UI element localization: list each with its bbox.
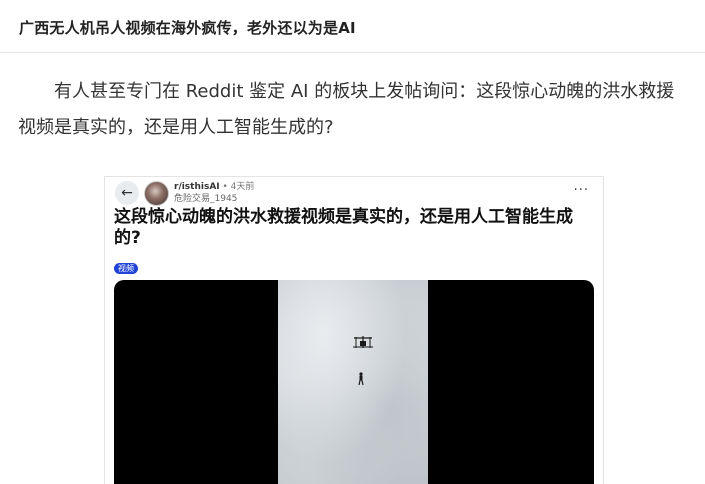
video-player[interactable]	[114, 280, 594, 484]
post-meta: r/isthisAI • 4天前 危险交易_1945	[174, 181, 254, 205]
article-paragraph: 有人甚至专门在 Reddit 鉴定 AI 的板块上发帖询问：这段惊心动魄的洪水救…	[18, 81, 675, 138]
meta-separator: •	[219, 182, 231, 192]
video-frame-sky	[278, 280, 428, 484]
post-title[interactable]: 这段惊心动魄的洪水救援视频是真实的，还是用人工智能生成的?	[114, 207, 594, 249]
post-age: 4天前	[230, 182, 255, 192]
subreddit-link[interactable]: r/isthisAI	[174, 182, 220, 192]
back-button[interactable]: ←	[115, 181, 139, 205]
post-flair[interactable]: 视频	[114, 263, 138, 274]
suspended-person-icon	[358, 372, 364, 386]
drone-icon	[353, 336, 373, 348]
ellipsis-icon: ···	[573, 183, 589, 198]
article-header: 广西无人机吊人视频在海外疯传，老外还以为是AI	[0, 0, 705, 53]
post-topbar: ← r/isthisAI • 4天前 危险交易_1945 ···	[105, 177, 603, 209]
username[interactable]: 危险交易_1945	[174, 193, 254, 205]
article-title: 广西无人机吊人视频在海外疯传，老外还以为是AI	[19, 19, 356, 37]
avatar[interactable]	[144, 181, 169, 206]
arrow-left-icon: ←	[121, 185, 133, 201]
more-options-button[interactable]: ···	[574, 184, 589, 198]
reddit-post-screenshot: ← r/isthisAI • 4天前 危险交易_1945 ··· 这段惊心动魄的…	[104, 176, 604, 484]
